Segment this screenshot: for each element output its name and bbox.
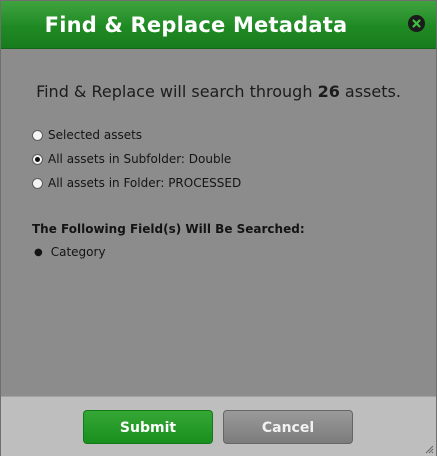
radio-button[interactable] <box>32 129 43 141</box>
field-list-item: ● Category <box>32 245 106 259</box>
field-name: Category <box>50 245 106 259</box>
summary-suffix: assets. <box>339 82 401 101</box>
radio-button[interactable] <box>32 177 43 189</box>
summary-prefix: Find & Replace will search through <box>36 82 318 101</box>
dialog-footer: Submit Cancel <box>1 396 436 456</box>
bullet-icon: ● <box>34 246 43 258</box>
search-summary: Find & Replace will search through 26 as… <box>1 82 436 101</box>
asset-count: 26 <box>317 82 340 101</box>
radio-label: All assets in Folder: PROCESSED <box>48 176 242 190</box>
fields-heading: The Following Field(s) Will Be Searched: <box>32 222 305 236</box>
scope-option-subfolder[interactable]: All assets in Subfolder: Double <box>32 151 231 167</box>
find-replace-dialog: Find & Replace Metadata Find & Replace w… <box>0 0 437 456</box>
dialog-title-bar[interactable]: Find & Replace Metadata <box>1 1 436 49</box>
radio-label: All assets in Subfolder: Double <box>48 152 232 166</box>
submit-button[interactable]: Submit <box>83 410 213 444</box>
dialog-title: Find & Replace Metadata <box>44 13 348 37</box>
cancel-button[interactable]: Cancel <box>223 410 353 444</box>
close-icon[interactable] <box>408 15 425 32</box>
radio-label: Selected assets <box>48 128 143 142</box>
scope-option-folder[interactable]: All assets in Folder: PROCESSED <box>32 175 241 191</box>
dialog-content: Find & Replace will search through 26 as… <box>1 49 436 395</box>
scope-option-selected-assets[interactable]: Selected assets <box>32 127 142 143</box>
radio-button-checked[interactable] <box>32 153 43 165</box>
resize-grip-icon[interactable] <box>424 444 434 454</box>
